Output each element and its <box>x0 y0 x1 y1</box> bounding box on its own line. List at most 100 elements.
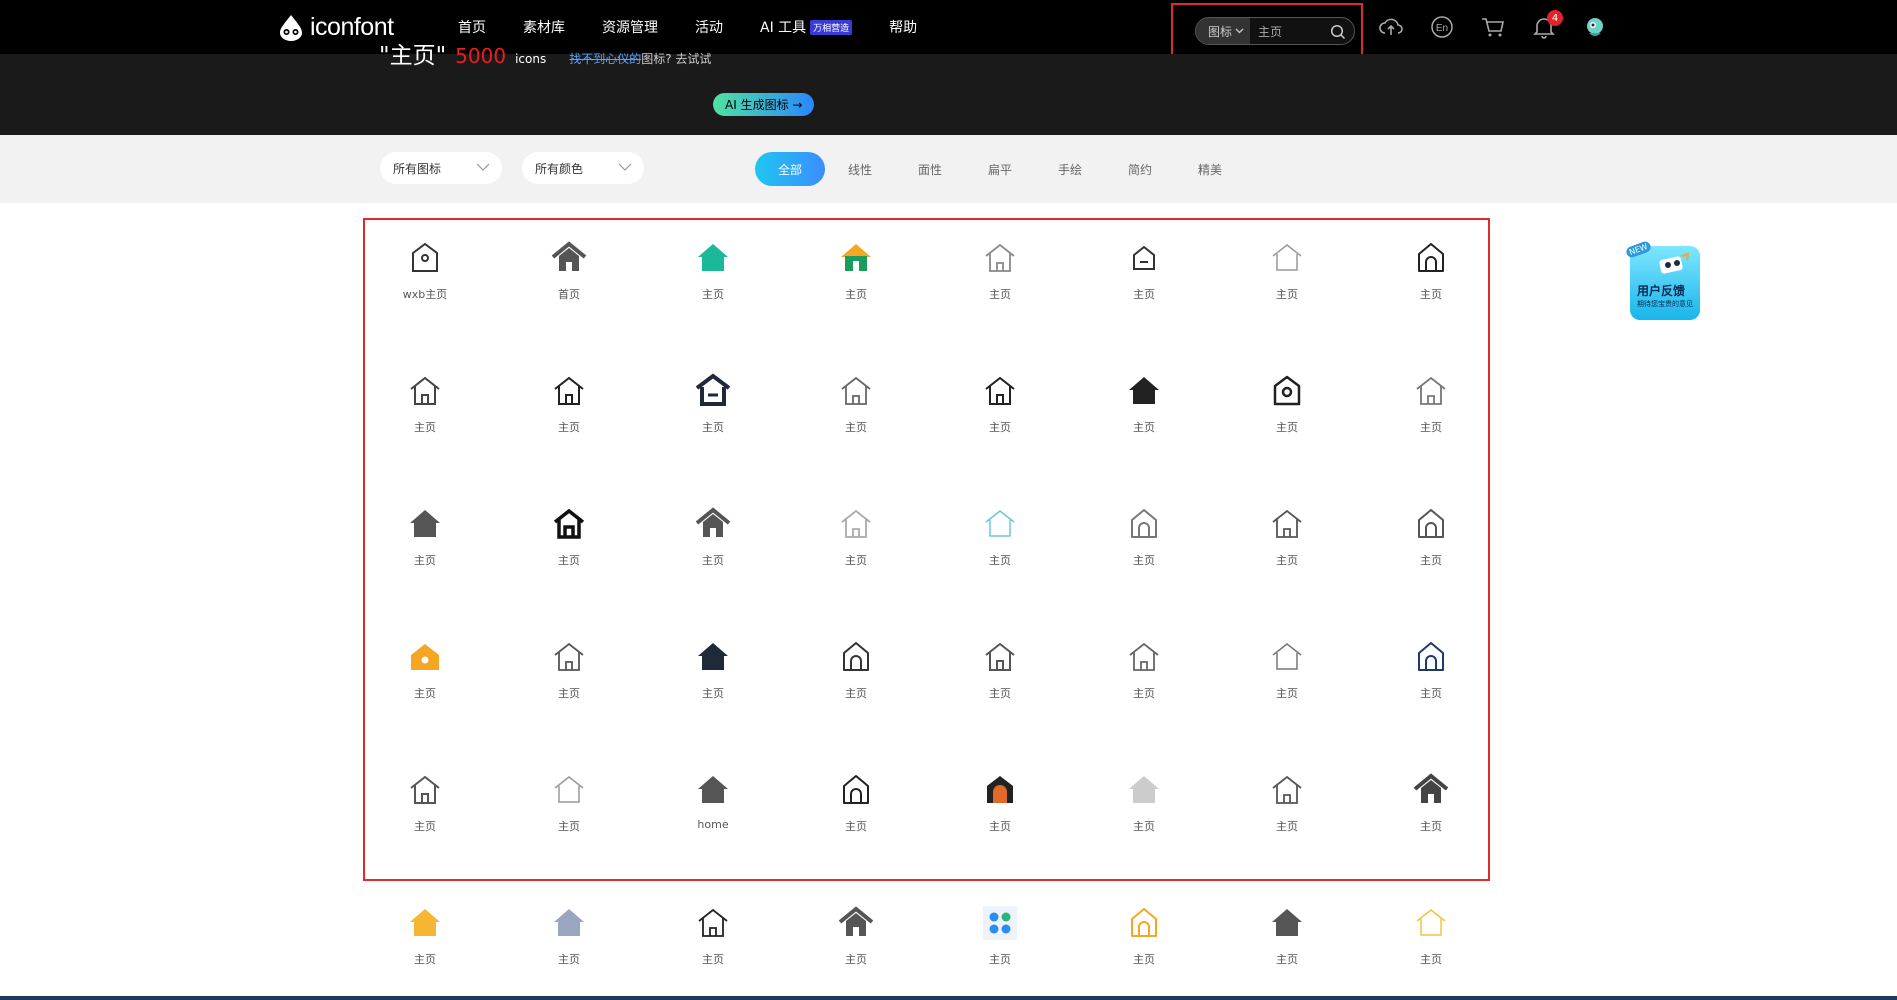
nav-ai-tools[interactable]: AI 工具 万相营造 <box>760 17 853 37</box>
color-select[interactable]: 所有颜色 <box>522 152 644 184</box>
icon-card[interactable]: 主页 <box>380 772 470 862</box>
icon-card[interactable]: 主页 <box>1386 373 1476 463</box>
icon-card[interactable]: 主页 <box>1386 639 1476 729</box>
icon-card[interactable]: 主页 <box>668 373 758 463</box>
user-avatar[interactable] <box>1582 14 1608 40</box>
feedback-button[interactable]: NEW 用户反馈 期待您宝贵的意见 <box>1624 240 1700 320</box>
icon-card[interactable]: 主页 <box>955 373 1045 463</box>
icon-card[interactable]: 主页 <box>955 240 1045 330</box>
icon-card[interactable]: 主页 <box>380 373 470 463</box>
icon-card[interactable]: 主页 <box>524 373 614 463</box>
icon-card[interactable]: 主页 <box>1242 905 1332 995</box>
icon-card[interactable]: home <box>668 772 758 862</box>
icon-card[interactable]: 主页 <box>1099 905 1189 995</box>
home-outline-icon <box>841 509 871 538</box>
icon-type-label: 所有图标 <box>393 161 442 176</box>
tab-linear[interactable]: 线性 <box>825 152 895 186</box>
home-door-icon <box>985 642 1015 671</box>
nav-resources[interactable]: 资源管理 <box>602 17 658 37</box>
ai-hint-text: 图标? 去试试 <box>641 52 712 66</box>
icon-card[interactable]: 主页 <box>1099 506 1189 596</box>
icon-card[interactable]: 主页 <box>955 639 1045 729</box>
icon-card[interactable]: 主页 <box>955 772 1045 862</box>
icon-label: 主页 <box>1276 554 1298 567</box>
icon-card[interactable]: 主页 <box>668 639 758 729</box>
icon-card[interactable]: 主页 <box>668 506 758 596</box>
icon-label: 主页 <box>1276 288 1298 301</box>
result-count: 5000 <box>455 44 507 68</box>
tab-handdrawn[interactable]: 手绘 <box>1035 152 1105 186</box>
icon-card[interactable]: 主页 <box>380 905 470 995</box>
home-solid-icon <box>1272 909 1302 936</box>
icon-card[interactable]: 主页 <box>811 506 901 596</box>
new-tag: NEW <box>1624 240 1653 259</box>
upload-icon[interactable] <box>1378 14 1404 40</box>
icon-card[interactable]: 主页 <box>811 373 901 463</box>
nav-library[interactable]: 素材库 <box>523 17 565 37</box>
icon-card[interactable]: 主页 <box>668 905 758 995</box>
icon-label: 主页 <box>1276 953 1298 966</box>
icon-label: 主页 <box>845 953 867 966</box>
icon-card[interactable]: 主页 <box>1242 373 1332 463</box>
tab-flat[interactable]: 扁平 <box>965 152 1035 186</box>
icon-card[interactable]: 主页 <box>1386 772 1476 862</box>
icon-card[interactable]: 主页 <box>811 772 901 862</box>
icon-label: 主页 <box>1133 421 1155 434</box>
icon-card[interactable]: 主页 <box>524 772 614 862</box>
ai-hint-link[interactable]: 找不到心仪的 <box>569 52 641 66</box>
icon-card[interactable]: 主页 <box>1099 240 1189 330</box>
home-outline-icon <box>841 376 871 405</box>
icon-card[interactable]: 主页 <box>1242 639 1332 729</box>
icon-label: 主页 <box>1420 554 1442 567</box>
search-type-select[interactable]: 图标 <box>1196 18 1251 44</box>
bottom-edge <box>0 996 1897 1000</box>
icon-type-select[interactable]: 所有图标 <box>380 152 502 184</box>
nav-home[interactable]: 首页 <box>458 17 486 37</box>
language-en-icon[interactable]: En <box>1429 14 1455 40</box>
nav-icon-group: En 4 <box>1378 10 1608 40</box>
icon-label: 主页 <box>1420 288 1442 301</box>
icon-card[interactable]: 主页 <box>524 639 614 729</box>
tab-all[interactable]: 全部 <box>755 152 825 186</box>
icon-card[interactable]: 主页 <box>1242 772 1332 862</box>
icon-card[interactable]: wxb主页 <box>380 240 470 330</box>
icon-card[interactable]: 主页 <box>524 905 614 995</box>
icon-card[interactable]: 主页 <box>524 506 614 596</box>
cart-icon[interactable] <box>1480 14 1506 40</box>
nav-events[interactable]: 活动 <box>695 17 723 37</box>
icon-card[interactable]: 主页 <box>1386 905 1476 995</box>
icon-card[interactable]: 主页 <box>1099 772 1189 862</box>
iconfont-logo[interactable]: iconfont <box>277 13 394 42</box>
tab-simple[interactable]: 简约 <box>1105 152 1175 186</box>
search-result-header <box>0 54 1897 135</box>
icon-card[interactable]: 首页 <box>524 240 614 330</box>
home-arch-icon <box>1418 509 1444 538</box>
nav-help[interactable]: 帮助 <box>889 17 917 37</box>
icon-card[interactable]: 主页 <box>955 905 1045 995</box>
nav-ai-tools-label: AI 工具 <box>760 20 807 36</box>
home-solid-icon <box>1129 776 1159 803</box>
ai-generate-button[interactable]: AI 生成图标 → <box>713 93 815 116</box>
icon-card[interactable]: 主页 <box>1386 240 1476 330</box>
icon-label: 主页 <box>1420 687 1442 700</box>
icon-card[interactable]: 主页 <box>811 240 901 330</box>
tab-filled[interactable]: 面性 <box>895 152 965 186</box>
icon-card[interactable]: 主页 <box>811 905 901 995</box>
tab-exquisite[interactable]: 精美 <box>1175 152 1245 186</box>
icon-card[interactable]: 主页 <box>955 506 1045 596</box>
search-input[interactable] <box>1258 24 1329 38</box>
icon-card[interactable]: 主页 <box>380 506 470 596</box>
icon-label: 主页 <box>989 554 1011 567</box>
icon-card[interactable]: 主页 <box>668 240 758 330</box>
icon-card[interactable]: 主页 <box>1099 373 1189 463</box>
home-arch-icon <box>843 642 869 671</box>
icon-card[interactable]: 主页 <box>380 639 470 729</box>
icon-card[interactable]: 主页 <box>1099 639 1189 729</box>
icon-card[interactable]: 主页 <box>1242 240 1332 330</box>
search-icon[interactable] <box>1330 24 1346 40</box>
icon-card[interactable]: 主页 <box>811 639 901 729</box>
icon-card[interactable]: 主页 <box>1386 506 1476 596</box>
svg-text:En: En <box>1436 23 1448 34</box>
bell-icon[interactable]: 4 <box>1531 10 1563 40</box>
icon-card[interactable]: 主页 <box>1242 506 1332 596</box>
